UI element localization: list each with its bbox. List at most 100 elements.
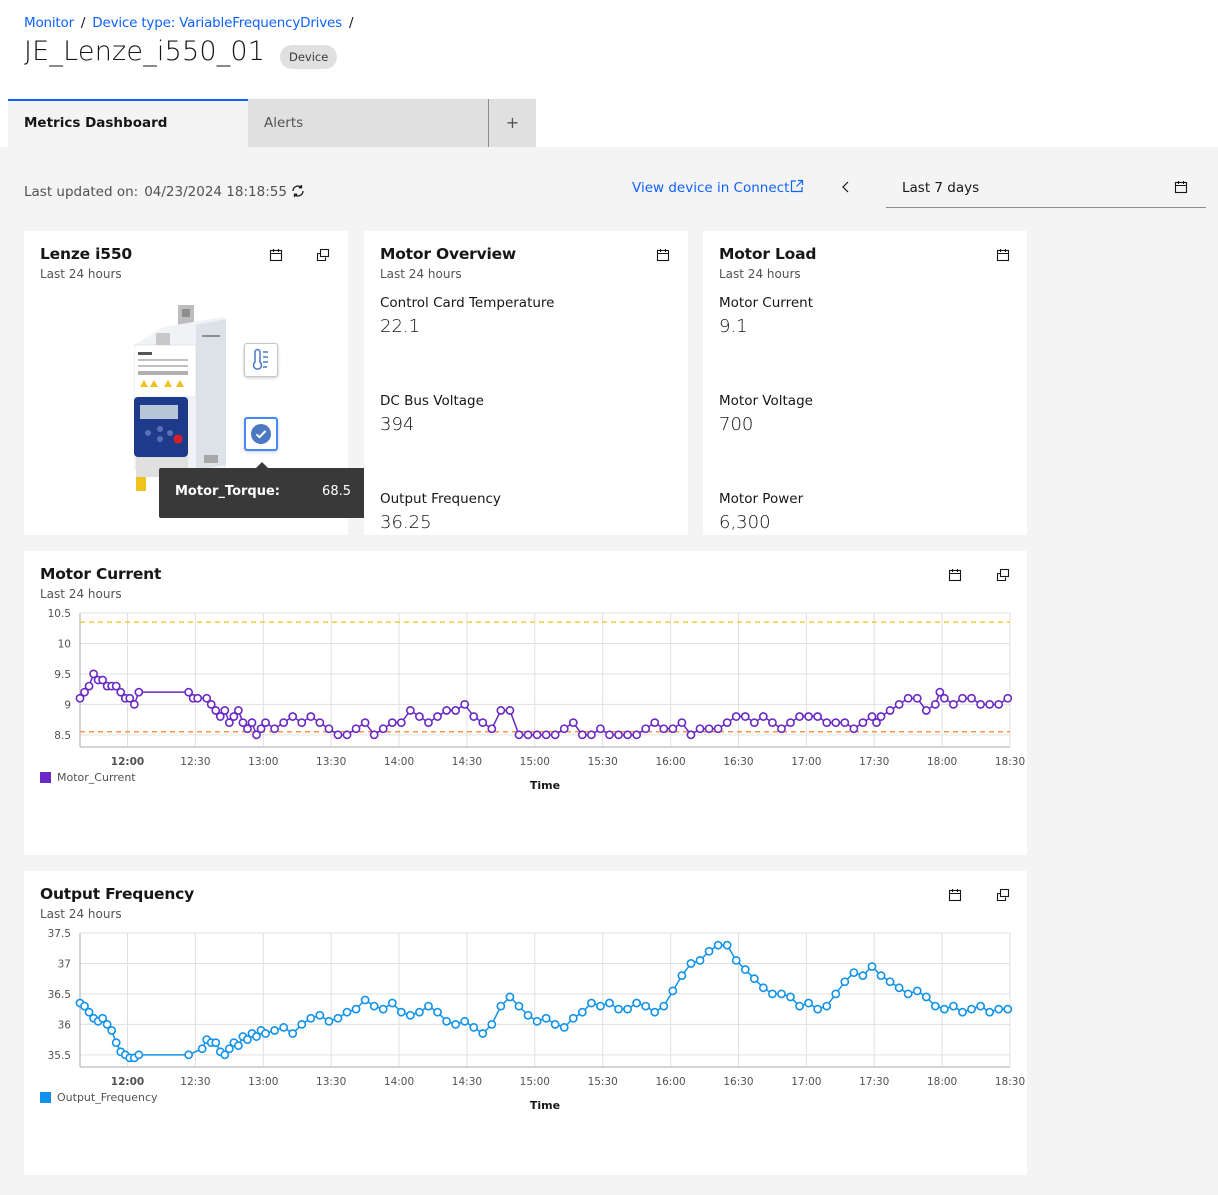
data-point [831, 989, 841, 999]
data-point [804, 712, 814, 721]
data-point [442, 706, 451, 715]
data-point [740, 712, 750, 721]
breadcrumb-monitor[interactable]: Monitor [24, 15, 74, 31]
data-point [342, 1007, 352, 1017]
breadcrumb-separator: / [348, 15, 354, 31]
data-point [786, 992, 795, 1002]
chart-legend[interactable]: Output_Frequency [40, 1091, 158, 1104]
x-tick-label: 17:30 [859, 756, 889, 768]
data-point [641, 724, 651, 734]
data-point [1003, 1004, 1013, 1014]
output-frequency-chart[interactable]: 37.5 37 36.5 36 35.5 12:00 12:30 13:00 13:30 14:0… [24, 871, 1027, 1175]
data-point [713, 724, 723, 734]
data-point [976, 699, 985, 709]
data-point [505, 706, 515, 715]
data-point [605, 998, 614, 1008]
data-point [505, 992, 515, 1002]
calendar-icon[interactable] [656, 248, 670, 262]
data-point [532, 1016, 542, 1026]
checkmark-filled-icon [251, 424, 271, 444]
popup-icon[interactable] [316, 248, 330, 262]
data-point [695, 956, 705, 965]
add-tab-button[interactable]: + [488, 99, 536, 147]
metric-label: Motor Voltage [719, 393, 813, 409]
data-point [451, 706, 461, 715]
breadcrumb: Monitor / Device type: VariableFrequencyDr… [24, 15, 360, 31]
data-point [324, 1016, 334, 1026]
tab-alerts[interactable]: Alerts [248, 99, 488, 147]
data-point [541, 1013, 551, 1023]
data-point [586, 998, 596, 1008]
data-point [451, 1019, 461, 1029]
data-point [849, 724, 859, 734]
data-point [758, 712, 768, 721]
data-point [433, 1007, 442, 1017]
data-point [315, 718, 325, 728]
metric-label: Output Frequency [380, 491, 501, 507]
thermometer-icon [252, 348, 268, 370]
data-point [134, 687, 144, 697]
calendar-icon[interactable] [269, 248, 283, 262]
data-point [804, 998, 814, 1008]
view-device-in-connect-link[interactable]: View device in Connect [632, 180, 789, 196]
data-point [967, 1004, 976, 1014]
data-point [994, 1004, 1004, 1014]
data-point [930, 1001, 940, 1011]
data-point [387, 718, 397, 728]
data-point [758, 983, 768, 993]
x-tick-label: 13:30 [316, 1076, 346, 1088]
data-point [129, 699, 139, 709]
data-point [813, 712, 823, 721]
data-point [514, 730, 524, 740]
data-point [903, 989, 913, 999]
calendar-icon[interactable] [996, 248, 1010, 262]
torque-hotspot[interactable] [244, 417, 278, 451]
chevron-left-icon[interactable] [838, 178, 854, 196]
data-point [288, 712, 298, 721]
date-range-select[interactable]: Last 7 days [886, 169, 1206, 208]
data-point [297, 1019, 307, 1029]
data-point [795, 1001, 804, 1011]
motor-current-chart-card: Motor Current Last 24 hours 10.5 10 9.5 9 8.… [24, 551, 1027, 855]
data-point [378, 724, 388, 734]
x-tick-label: 17:00 [791, 756, 821, 768]
calendar-icon[interactable] [1174, 180, 1188, 194]
data-point [768, 718, 777, 728]
data-point [396, 718, 406, 728]
y-tick-label: 10 [58, 638, 71, 650]
chart-legend[interactable]: Motor_Current [40, 771, 136, 784]
launch-icon[interactable] [790, 179, 804, 193]
data-point [297, 718, 307, 728]
card-title: Motor Overview [380, 245, 517, 263]
data-point [270, 1026, 279, 1035]
data-point [686, 730, 696, 740]
data-point [849, 968, 859, 977]
motor-current-chart[interactable]: 10.5 10 9.5 9 8.5 12:00 12:30 13:00 13:30 14:00 14… [24, 551, 1027, 855]
data-point [333, 730, 343, 740]
date-range-value: Last 7 days [902, 180, 980, 196]
temperature-hotspot[interactable] [244, 343, 278, 377]
data-point [722, 718, 732, 728]
data-point [586, 730, 596, 740]
data-point [369, 1001, 379, 1011]
data-point [487, 1019, 497, 1029]
breadcrumb-device-type[interactable]: Device type: VariableFrequencyDrives [92, 15, 342, 31]
last-updated: Last updated on: 04/23/2024 18:18:55 [24, 184, 287, 200]
tab-metrics-dashboard[interactable]: Metrics Dashboard [8, 99, 248, 147]
legend-swatch [40, 772, 51, 783]
data-point [433, 712, 442, 721]
data-point [623, 730, 632, 740]
data-point [949, 699, 958, 709]
data-point [731, 956, 741, 965]
x-tick-label: 15:00 [520, 756, 550, 768]
device-type-tag: Device [280, 45, 338, 69]
y-tick-label: 8.5 [54, 730, 71, 742]
data-point [405, 706, 415, 715]
tooltip-value: 68.5 [322, 484, 351, 499]
refresh-icon[interactable] [290, 183, 306, 199]
data-point [650, 1007, 660, 1017]
data-point [247, 718, 257, 728]
data-point [442, 1016, 451, 1026]
data-point [822, 718, 832, 728]
data-point [111, 1038, 121, 1048]
